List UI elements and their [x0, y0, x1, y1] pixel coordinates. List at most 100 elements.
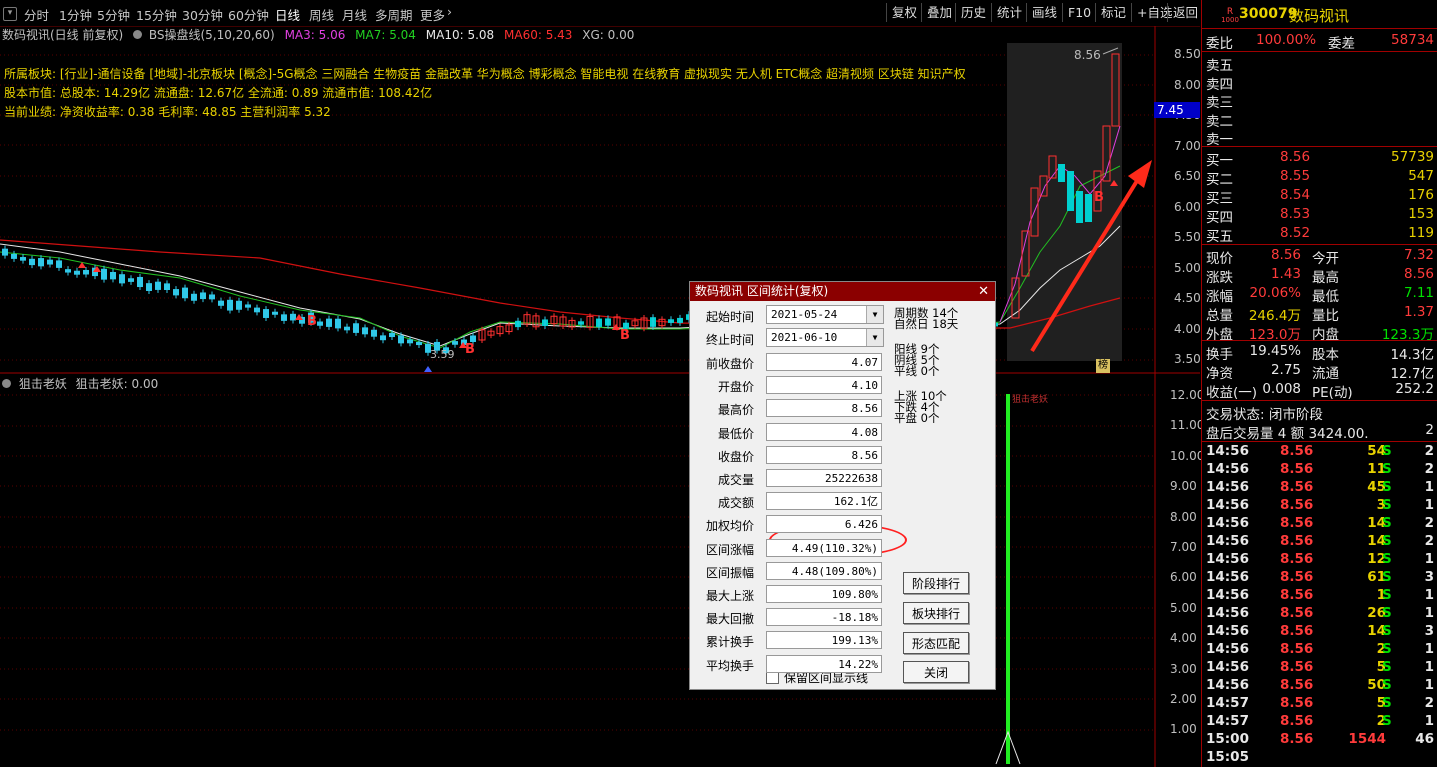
- indicator-axis-tick: 1.00: [1170, 722, 1197, 737]
- stage-ranking-button[interactable]: 阶段排行: [903, 572, 969, 594]
- sector-ranking-button[interactable]: 板块排行: [903, 602, 969, 624]
- tick-price: 8.56: [1280, 641, 1314, 657]
- indicator-panel-settings-icon[interactable]: [2, 379, 11, 388]
- stat-label: PE(动): [1312, 385, 1353, 401]
- period-tab-1min[interactable]: 1分钟: [59, 5, 92, 24]
- close-icon[interactable]: ✕: [978, 282, 989, 301]
- period-tab-60min[interactable]: 60分钟: [228, 5, 269, 24]
- stat-value: 14.3亿: [1390, 347, 1434, 363]
- f10-button[interactable]: F10: [1062, 3, 1096, 22]
- buy-level-price: 8.55: [1280, 168, 1311, 184]
- mark-button[interactable]: 标记: [1095, 3, 1131, 22]
- stat-label: 股本: [1312, 347, 1339, 363]
- period-count-item: 平盘 0个: [894, 411, 940, 425]
- tick-time: 15:00: [1206, 731, 1249, 747]
- keep-interval-checkbox[interactable]: [766, 671, 779, 684]
- tick-price: 8.56: [1280, 695, 1314, 711]
- buy-level-price: 8.52: [1280, 225, 1311, 241]
- stat-value: 1.43: [1270, 266, 1301, 282]
- sell-level-label: 卖二: [1206, 113, 1233, 130]
- stat-field-label: 开盘价: [717, 380, 754, 395]
- period-tab-5min[interactable]: 5分钟: [97, 5, 130, 24]
- more-chevron-icon[interactable]: ›: [447, 4, 452, 19]
- stat-value: 7.11: [1403, 285, 1434, 301]
- trade-state: 交易状态: 闭市阶段: [1206, 407, 1323, 423]
- chevron-down-icon[interactable]: ▼: [866, 306, 883, 323]
- tick-count: 1: [1424, 587, 1434, 603]
- tick-row: 14:56 8.56 61 S 3: [1206, 569, 1436, 587]
- indicator-settings-icon[interactable]: [133, 30, 143, 39]
- indicator-panel-value: 狙击老妖: 0.00: [75, 377, 159, 391]
- draw-line-button[interactable]: 画线: [1026, 3, 1062, 22]
- period-tab-monthly[interactable]: 月线: [342, 5, 367, 24]
- stat-label: 最高: [1312, 270, 1339, 286]
- period-tab-15min[interactable]: 15分钟: [136, 5, 177, 24]
- period-tab-more[interactable]: 更多: [420, 5, 445, 24]
- toolbar-collapse-icon[interactable]: ▾: [3, 7, 17, 21]
- indicator-bar-label: 狙击老妖: [1012, 395, 1049, 405]
- tick-side: S: [1382, 695, 1392, 711]
- tick-price: 8.56: [1280, 731, 1314, 747]
- buy-level-volume: 57739: [1391, 149, 1434, 165]
- price-axis-tick: 7.00: [1174, 138, 1201, 153]
- buy-level-row: 买四 8.53 153: [1206, 206, 1436, 226]
- price-axis-tick: 5.50: [1174, 230, 1201, 244]
- period-count-item: 平线 0个: [894, 364, 940, 378]
- chevron-down-icon[interactable]: ▼: [866, 329, 883, 346]
- dialog-titlebar[interactable]: 数码视讯 区间统计(复权) ✕: [690, 282, 995, 301]
- tick-side: S: [1382, 515, 1392, 531]
- restore-rights-button[interactable]: 复权: [886, 3, 922, 22]
- tick-time: 14:56: [1206, 569, 1249, 585]
- stat-field-label: 平均换手: [705, 658, 754, 673]
- statistics-button[interactable]: 统计: [991, 3, 1027, 22]
- price-axis-tick: 6.00: [1174, 199, 1201, 214]
- end-date-picker[interactable]: 2021-06-10 ▼: [766, 328, 884, 347]
- sell-level-row: 卖二: [1206, 110, 1436, 130]
- tick-price: 8.56: [1280, 713, 1314, 729]
- stat-value: 246.4万: [1248, 308, 1301, 324]
- tick-price: 8.56: [1280, 533, 1314, 549]
- period-tab-30min[interactable]: 30分钟: [182, 5, 223, 24]
- indicator-signal-bar: [1006, 394, 1010, 764]
- tick-side: S: [1382, 497, 1392, 513]
- start-date-picker[interactable]: 2021-05-24 ▼: [766, 305, 884, 324]
- tick-time: 15:05: [1206, 749, 1249, 765]
- bang-badge[interactable]: 榜: [1096, 359, 1110, 373]
- buy-signal-b: B: [465, 342, 475, 357]
- history-button[interactable]: 历史: [955, 3, 991, 22]
- tick-price: 8.56: [1280, 515, 1314, 531]
- stat-value: 8.56: [1403, 266, 1434, 282]
- stat-row: 总量 246.4万 量比 1.37: [1206, 304, 1436, 324]
- indicator-name[interactable]: BS操盘线(5,10,20,60): [149, 28, 275, 42]
- period-tab-daily[interactable]: 日线: [275, 5, 300, 24]
- period-tab-weekly[interactable]: 周线: [309, 5, 334, 24]
- buy-level-row: 买五 8.52 119: [1206, 225, 1436, 245]
- weicha-label: 委差: [1328, 36, 1355, 52]
- stat-field-label: 区间振幅: [705, 565, 754, 580]
- period-tab-multi[interactable]: 多周期: [375, 5, 413, 24]
- sell-level-row: 卖一: [1206, 128, 1436, 148]
- pattern-match-button[interactable]: 形态匹配: [903, 632, 969, 654]
- indicator-axis-tick: 6.00: [1170, 570, 1197, 585]
- tick-side: S: [1382, 659, 1392, 675]
- buy-level-price: 8.53: [1280, 206, 1311, 222]
- indicator-panel-name[interactable]: 狙击老妖: [19, 377, 67, 391]
- stat-field-value: 8.56: [766, 445, 882, 464]
- xg-value: XG: 0.00: [582, 28, 635, 42]
- tick-price: 8.56: [1280, 659, 1314, 675]
- period-tab-fenshi[interactable]: 分时: [24, 5, 49, 24]
- tick-count: 1: [1424, 605, 1434, 621]
- tick-time: 14:56: [1206, 659, 1249, 675]
- tick-price: 8.56: [1280, 605, 1314, 621]
- buy-level-row: 买一 8.56 57739: [1206, 149, 1436, 169]
- capital-info: 股本市值: 总股本: 14.29亿 流通盘: 12.67亿 全流通: 0.89 …: [4, 86, 433, 100]
- back-button[interactable]: 返回: [1167, 3, 1203, 22]
- weibi-label: 委比: [1206, 36, 1233, 52]
- tick-count: 1: [1424, 713, 1434, 729]
- kline-chart-area[interactable]: 数码视讯(日线 前复权) BS操盘线(5,10,20,60) MA3: 5.06…: [0, 26, 1204, 767]
- overlay-button[interactable]: 叠加: [921, 3, 957, 22]
- tick-count: 1: [1424, 641, 1434, 657]
- close-button[interactable]: 关闭: [903, 661, 969, 683]
- tick-count: 46: [1415, 731, 1434, 747]
- weibi-row: 委比 100.00% 委差 58734: [1206, 32, 1436, 52]
